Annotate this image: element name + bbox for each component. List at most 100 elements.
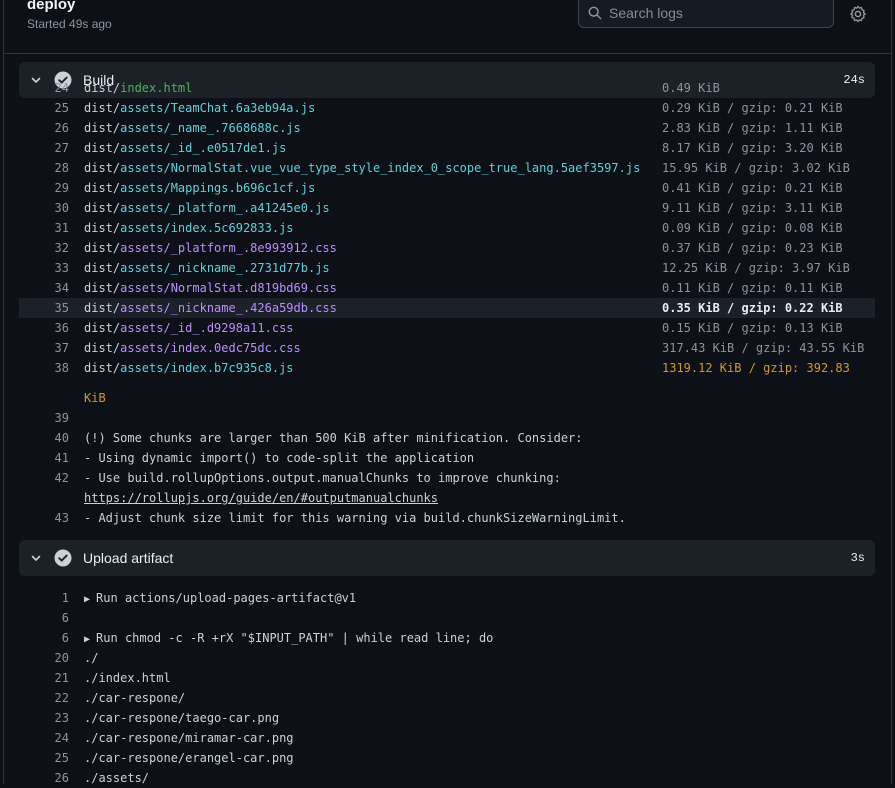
search-icon	[588, 6, 602, 20]
step-duration: 3s	[850, 551, 865, 565]
log-line: 35 dist/assets/_nickname_.426a59db.css 0.3…	[19, 298, 875, 318]
line-number: 30	[54, 201, 69, 215]
step-upload-header[interactable]: Upload artifact 3s	[19, 540, 875, 576]
dist-prefix: dist/	[84, 121, 121, 135]
dist-prefix: dist/	[84, 241, 121, 255]
line-number: 36	[54, 321, 69, 335]
asset-size: 12.25 KiB / gzip: 3.97 KiB	[662, 261, 850, 275]
chevron-down-icon[interactable]	[30, 552, 42, 564]
job-title: deploy	[27, 0, 76, 13]
line-number: 35	[54, 301, 69, 315]
log-text: dist/assets/_id_.d9298a11.css	[84, 318, 294, 338]
job-header: deploy Started 49s ago	[4, 0, 891, 54]
step-name: Upload artifact	[83, 550, 174, 566]
log-line: 39	[19, 408, 875, 428]
line-number: 6	[61, 611, 69, 625]
asset-path: assets/NormalStat.vue_vue_type_style_ind…	[120, 161, 641, 175]
log-text: dist/assets/_name_.7668688c.js	[84, 118, 301, 138]
line-number: 27	[54, 141, 69, 155]
asset-path: assets/_nickname_.426a59db.css	[120, 301, 337, 315]
line-number: 24	[54, 81, 69, 95]
job-log-panel: deploy Started 49s ago Build 24s 24dist/…	[3, 0, 892, 785]
log-text: ▶ Run actions/upload-pages-artifact@v1	[84, 588, 356, 610]
line-number: 34	[54, 281, 69, 295]
asset-path: assets/index.b7c935c8.js	[120, 361, 294, 375]
dist-prefix: dist/	[84, 301, 121, 315]
log-line: 42 - Use build.rollupOptions.output.manua…	[19, 468, 875, 488]
line-number: 38	[54, 361, 69, 375]
log-line: 37 dist/assets/index.0edc75dc.css 317.43 K…	[19, 338, 875, 358]
asset-size: 1319.12 KiB / gzip: 392.83	[662, 361, 850, 375]
log-group-line[interactable]: 1 ▶ Run actions/upload-pages-artifact@v1	[19, 588, 875, 608]
log-content: ./car-respone/miramar-car.png	[84, 731, 294, 745]
log-content: ./	[84, 651, 99, 665]
log-text: - Adjust chunk size limit for this warni…	[84, 511, 626, 525]
search-box[interactable]	[578, 0, 834, 28]
asset-size: 0.11 KiB / gzip: 0.11 KiB	[662, 281, 843, 295]
line-number: 41	[54, 451, 69, 465]
log-text: dist/assets/Mappings.b696c1cf.js	[84, 178, 315, 198]
asset-size: 15.95 KiB / gzip: 3.02 KiB	[662, 161, 850, 175]
dist-prefix: dist/	[84, 261, 121, 275]
dist-prefix: dist/	[84, 81, 121, 95]
search-input[interactable]	[609, 3, 819, 23]
asset-size: 317.43 KiB / gzip: 43.55 KiB	[662, 341, 865, 355]
line-number: 25	[54, 101, 69, 115]
log-text: dist/assets/TeamChat.6a3eb94a.js	[84, 98, 315, 118]
log-text: ./assets/	[84, 768, 149, 788]
asset-size: 9.11 KiB / gzip: 3.11 KiB	[662, 201, 843, 215]
log-text: dist/assets/index.5c692833.js	[84, 218, 294, 238]
log-text: ./	[84, 648, 98, 668]
line-number: 20	[54, 651, 69, 665]
asset-path: assets/_name_.7668688c.js	[120, 121, 301, 135]
log-line: https://rollupjs.org/guide/en/#outputman…	[19, 488, 875, 508]
asset-path: assets/NormalStat.d819bd69.css	[120, 281, 337, 295]
asset-size: 0.35 KiB / gzip: 0.22 KiB	[662, 301, 843, 315]
log-line: 25 ./car-respone/erangel-car.png	[19, 748, 875, 768]
log-line: 32 dist/assets/_platform_.8e993912.css 0.3…	[19, 238, 875, 258]
log-line: 26 ./assets/	[19, 768, 875, 788]
log-text: dist/index.html	[84, 78, 192, 98]
log-line: 25 dist/assets/TeamChat.6a3eb94a.js 0.29 K…	[19, 98, 875, 118]
asset-path: assets/Mappings.b696c1cf.js	[120, 181, 316, 195]
log-line: 27 dist/assets/_id_.e0517de1.js 8.17 KiB /…	[19, 138, 875, 158]
line-number: 37	[54, 341, 69, 355]
line-number: 26	[54, 771, 69, 785]
log-content: ./car-respone/taego-car.png	[84, 711, 280, 725]
log-content: Run chmod -c -R +rX "$INPUT_PATH" | whil…	[96, 631, 494, 645]
log-text: dist/assets/_platform_.a41245e0.js	[84, 198, 330, 218]
line-number: 33	[54, 261, 69, 275]
log-line: 40 (!) Some chunks are larger than 500 Ki…	[19, 428, 875, 448]
dist-prefix: dist/	[84, 201, 121, 215]
log-content: ./car-respone/	[84, 691, 186, 705]
asset-size: 8.17 KiB / gzip: 3.20 KiB	[662, 141, 843, 155]
asset-size: 0.37 KiB / gzip: 0.23 KiB	[662, 241, 843, 255]
asset-path: index.html	[120, 81, 193, 95]
dist-prefix: dist/	[84, 341, 121, 355]
log-group-line[interactable]: 6 ▶ Run chmod -c -R +rX "$INPUT_PATH" | w…	[19, 628, 875, 648]
line-number: 31	[54, 221, 69, 235]
log-line: 22 ./car-respone/	[19, 688, 875, 708]
log-text: ./car-respone/	[84, 688, 185, 708]
dist-prefix: dist/	[84, 101, 121, 115]
job-subtitle: Started 49s ago	[27, 17, 112, 31]
log-content: Run actions/upload-pages-artifact@v1	[96, 591, 357, 605]
line-number: 22	[54, 691, 69, 705]
line-number: 26	[54, 121, 69, 135]
build-log: 24 dist/index.html 0.49 KiB 25 dist/assets/T…	[19, 81, 875, 378]
line-number: 23	[54, 711, 69, 725]
dist-prefix: dist/	[84, 141, 121, 155]
log-line: 26 dist/assets/_name_.7668688c.js 2.83 KiB…	[19, 118, 875, 138]
rollup-docs-link[interactable]: https://rollupjs.org/guide/en/#outputman…	[84, 488, 438, 508]
gear-icon[interactable]	[849, 5, 867, 23]
triangle-right-icon[interactable]: ▶	[84, 594, 96, 605]
line-number: 24	[54, 731, 69, 745]
line-number: 25	[54, 751, 69, 765]
log-line: 29 dist/assets/Mappings.b696c1cf.js 0.41 K…	[19, 178, 875, 198]
log-line: 24 dist/index.html 0.49 KiB	[19, 78, 875, 98]
triangle-right-icon[interactable]: ▶	[84, 634, 96, 645]
log-text: ▶ Run chmod -c -R +rX "$INPUT_PATH" | wh…	[84, 628, 493, 650]
dist-prefix: dist/	[84, 321, 121, 335]
log-line: 6	[19, 608, 875, 628]
line-number: 6	[61, 631, 69, 645]
